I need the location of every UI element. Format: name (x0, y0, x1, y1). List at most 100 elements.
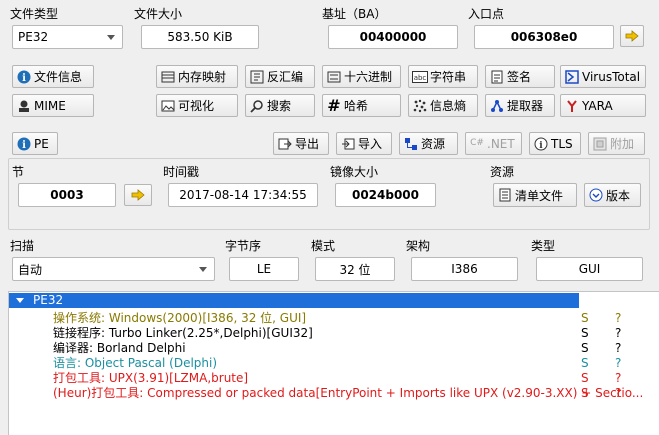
tls-button[interactable]: i TLS (529, 132, 581, 155)
net-button[interactable]: C# .NET (465, 132, 522, 155)
hash-icon: # (327, 95, 341, 115)
virustotal-button[interactable]: VirusTotal (560, 65, 646, 88)
arrow-right-icon (131, 189, 145, 201)
scan-label: 扫描 (10, 239, 35, 253)
export-button[interactable]: 导出 (273, 132, 329, 155)
mime-icon (16, 98, 32, 114)
image-size-field[interactable]: 0024b000 (335, 183, 436, 207)
resources-icon (403, 136, 419, 152)
mime-button[interactable]: MIME (12, 94, 94, 117)
import-button[interactable]: 导入 (336, 132, 392, 155)
result-text: 操作系统: Windows(2000)[I386, 32 位, GUI] (53, 311, 307, 325)
result-scan-type: S (581, 386, 589, 400)
search-icon (249, 98, 265, 114)
result-text: 打包工具: UPX(3.91)[LZMA,brute] (53, 371, 249, 385)
chevron-down-icon (199, 267, 207, 272)
yara-button[interactable]: YARA (560, 94, 646, 117)
hash-button[interactable]: # 哈希 (322, 94, 401, 117)
entropy-button[interactable]: 信息熵 (408, 94, 478, 117)
extractor-button[interactable]: 提取器 (485, 94, 555, 117)
hex-button[interactable]: 十六进制 (322, 65, 401, 88)
csharp-icon: C# (470, 138, 484, 148)
entry-point-field[interactable]: 006308e0 (474, 25, 614, 49)
result-text: 编译器: Borland Delphi (53, 341, 186, 355)
result-info-button[interactable]: ? (615, 371, 621, 386)
signatures-button[interactable]: 签名 (485, 65, 555, 88)
result-text: (Heur)打包工具: Compressed or packed data[En… (53, 386, 644, 400)
resources-label: 资源 (490, 165, 515, 179)
export-icon (277, 136, 293, 152)
strings-button[interactable]: abc 字符串 (408, 65, 478, 88)
section-field[interactable]: 0003 (18, 183, 116, 207)
svg-text:i: i (22, 73, 26, 84)
overlay-icon (592, 136, 608, 152)
manifest-icon (497, 187, 513, 203)
pe-button[interactable]: i PE (12, 132, 58, 155)
base-address-label: 基址（BA） (322, 7, 387, 21)
arrow-right-icon (625, 30, 639, 42)
memory-map-button[interactable]: 内存映射 (156, 65, 238, 88)
file-type-value: PE32 (18, 30, 49, 44)
result-scan-type: S (581, 341, 589, 355)
file-size-field[interactable]: 583.50 KiB (141, 25, 259, 49)
collapse-arrow-icon[interactable] (16, 298, 24, 303)
version-button[interactable]: 版本 (584, 183, 641, 207)
scan-select[interactable]: 自动 (12, 257, 215, 281)
entry-point-label: 入口点 (468, 7, 505, 21)
visualize-button[interactable]: 可视化 (156, 94, 238, 117)
result-scan-type: S (581, 371, 589, 385)
mode-field[interactable]: 32 位 (315, 257, 395, 281)
arch-field[interactable]: I386 (411, 257, 518, 281)
result-text: 语言: Object Pascal (Delphi) (53, 356, 218, 370)
endian-field[interactable]: LE (229, 257, 299, 281)
strings-icon: abc (412, 69, 428, 85)
result-info-button[interactable]: ? (615, 386, 621, 401)
scan-value: 自动 (18, 262, 43, 277)
image-size-label: 镜像大小 (330, 165, 379, 179)
disassembly-button[interactable]: 反汇编 (245, 65, 315, 88)
file-type-select[interactable]: PE32 (12, 25, 123, 49)
result-scan-type: S (581, 356, 589, 370)
image-icon (160, 98, 176, 114)
svg-text:i: i (539, 141, 543, 151)
info-icon: i (16, 136, 32, 152)
file-size-label: 文件大小 (134, 7, 183, 21)
timestamp-field[interactable]: 2017-08-14 17:34:55 (168, 183, 318, 207)
result-scan-type: S (581, 326, 589, 340)
search-button[interactable]: 搜索 (245, 94, 315, 117)
svg-text:abc: abc (414, 74, 427, 82)
overlay-button[interactable]: 附加 (588, 132, 645, 155)
result-scan-type: S (581, 311, 589, 325)
result-row[interactable]: (Heur)打包工具: Compressed or packed data[En… (9, 386, 649, 401)
result-row[interactable]: 编译器: Borland Delphi S? (9, 341, 649, 356)
result-row[interactable]: 语言: Object Pascal (Delphi) S? (9, 356, 649, 371)
result-info-button[interactable]: ? (615, 326, 621, 341)
result-text: 链接程序: Turbo Linker(2.25*,Delphi)[GUI32] (53, 326, 313, 340)
result-row[interactable]: 打包工具: UPX(3.91)[LZMA,brute] S? (9, 371, 649, 386)
type-label: 类型 (531, 239, 556, 253)
entry-point-go-button[interactable] (620, 25, 644, 47)
virustotal-icon (564, 69, 580, 85)
file-info-button[interactable]: i 文件信息 (12, 65, 94, 88)
result-row[interactable]: 链接程序: Turbo Linker(2.25*,Delphi)[GUI32] S… (9, 326, 649, 341)
version-icon (588, 187, 604, 203)
info-icon: i (16, 69, 32, 85)
type-field[interactable]: GUI (536, 257, 643, 281)
results-tree[interactable]: PE32 操作系统: Windows(2000)[I386, 32 位, GUI… (8, 291, 659, 435)
manifest-button[interactable]: 清单文件 (493, 183, 577, 207)
result-row[interactable]: 操作系统: Windows(2000)[I386, 32 位, GUI] S? (9, 311, 649, 326)
tree-root-row[interactable]: PE32 (9, 293, 579, 308)
result-info-button[interactable]: ? (615, 341, 621, 356)
entropy-icon (412, 98, 428, 114)
yara-icon (564, 98, 580, 114)
section-go-button[interactable] (124, 184, 152, 206)
import-icon (340, 136, 356, 152)
result-info-button[interactable]: ? (615, 311, 621, 326)
resources-button[interactable]: 资源 (399, 132, 458, 155)
arch-label: 架构 (406, 239, 431, 253)
base-address-field[interactable]: 00400000 (328, 25, 458, 49)
tree-root-label: PE32 (33, 293, 64, 307)
hex-icon (326, 69, 342, 85)
mode-label: 模式 (311, 239, 336, 253)
result-info-button[interactable]: ? (615, 356, 621, 371)
